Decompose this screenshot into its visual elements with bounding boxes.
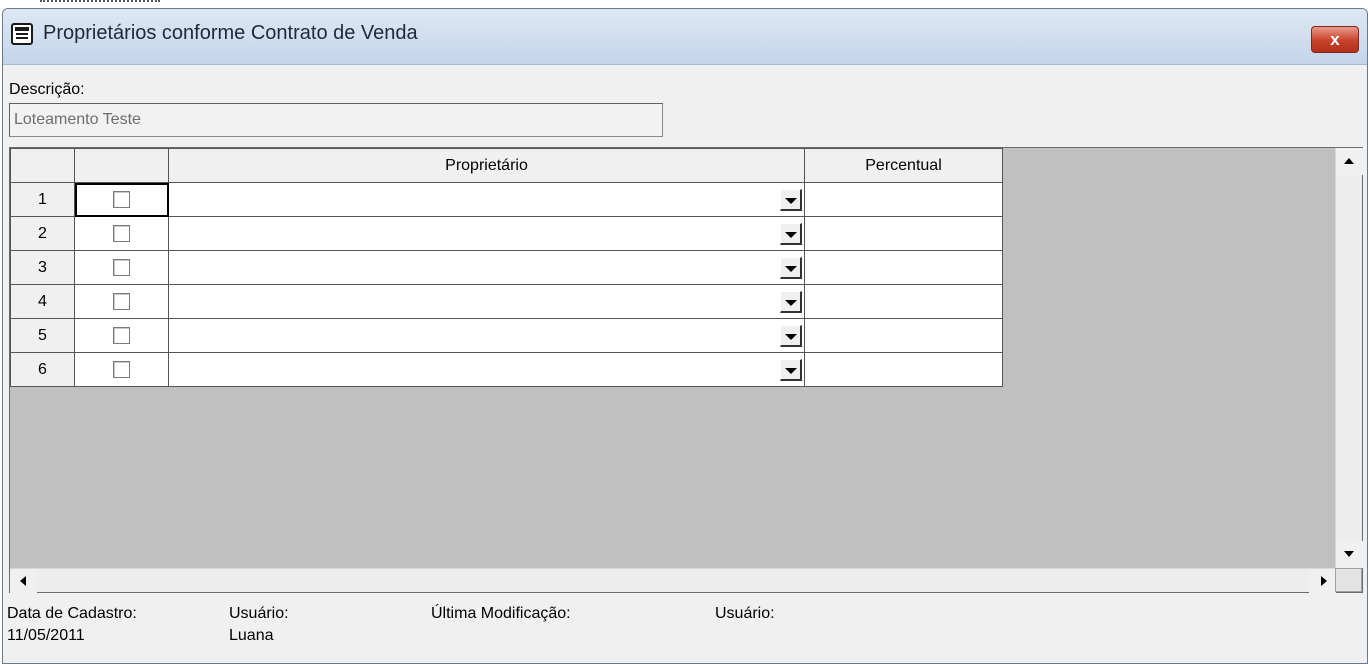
row-select-cell[interactable] bbox=[74, 250, 169, 285]
row-checkbox[interactable] bbox=[113, 326, 130, 344]
proprietario-cell[interactable] bbox=[168, 284, 805, 319]
usuario-cadastro-value: Luana bbox=[229, 627, 274, 644]
scrollbar-corner bbox=[1335, 568, 1362, 592]
scroll-right-icon[interactable] bbox=[1309, 569, 1336, 593]
percentual-cell[interactable] bbox=[804, 318, 1003, 353]
table-row[interactable]: 5 bbox=[10, 318, 1003, 353]
row-select-cell[interactable] bbox=[74, 352, 169, 387]
usuario-cadastro: Usuário: Luana bbox=[229, 603, 289, 647]
dropdown-arrow-icon[interactable] bbox=[780, 257, 802, 279]
usuario-modificacao: Usuário: bbox=[715, 603, 775, 625]
percentual-cell[interactable] bbox=[804, 284, 1003, 319]
scroll-down-icon[interactable] bbox=[1336, 541, 1363, 568]
row-checkbox[interactable] bbox=[113, 360, 130, 378]
proprietario-cell[interactable] bbox=[168, 352, 805, 387]
table-row[interactable]: 4 bbox=[10, 284, 1003, 319]
table-row[interactable]: 6 bbox=[10, 352, 1003, 387]
row-select-cell[interactable] bbox=[74, 318, 169, 353]
header-percentual[interactable]: Percentual bbox=[804, 148, 1003, 183]
row-number: 4 bbox=[10, 284, 75, 319]
window-menu-icon[interactable] bbox=[11, 23, 33, 45]
dropdown-arrow-icon[interactable] bbox=[780, 189, 802, 211]
background-window-edge bbox=[0, 0, 1368, 8]
proprietario-cell[interactable] bbox=[168, 216, 805, 251]
table-row[interactable]: 3 bbox=[10, 250, 1003, 285]
row-number: 6 bbox=[10, 352, 75, 387]
row-select-cell[interactable] bbox=[74, 284, 169, 319]
description-label: Descrição: bbox=[9, 81, 85, 98]
vertical-scrollbar[interactable] bbox=[1335, 148, 1363, 568]
dropdown-arrow-icon[interactable] bbox=[780, 359, 802, 381]
audit-footer: Data de Cadastro: 11/05/2011 Usuário: Lu… bbox=[3, 603, 1367, 663]
row-checkbox[interactable] bbox=[113, 292, 130, 310]
data-cadastro-label: Data de Cadastro: bbox=[7, 605, 137, 622]
proprietario-cell[interactable] bbox=[168, 318, 805, 353]
window-title: Proprietários conforme Contrato de Venda bbox=[43, 22, 418, 44]
dropdown-arrow-icon[interactable] bbox=[780, 223, 802, 245]
row-number: 1 bbox=[10, 182, 75, 217]
horizontal-scrollbar[interactable] bbox=[10, 568, 1336, 593]
header-row: Proprietário Percentual bbox=[10, 148, 1003, 183]
close-button[interactable]: x bbox=[1311, 26, 1359, 53]
percentual-cell[interactable] bbox=[804, 182, 1003, 217]
owners-grid: Proprietário Percentual 123456 bbox=[9, 147, 1363, 593]
usuario-cadastro-label: Usuário: bbox=[229, 605, 289, 622]
row-number: 2 bbox=[10, 216, 75, 251]
grid-viewport: Proprietário Percentual 123456 bbox=[10, 148, 1336, 568]
proprietario-cell[interactable] bbox=[168, 250, 805, 285]
scroll-left-icon[interactable] bbox=[10, 569, 37, 593]
row-select-cell[interactable] bbox=[74, 216, 169, 251]
row-number: 3 bbox=[10, 250, 75, 285]
percentual-cell[interactable] bbox=[804, 216, 1003, 251]
header-select bbox=[74, 148, 169, 183]
row-select-cell[interactable] bbox=[74, 182, 169, 217]
scroll-up-icon[interactable] bbox=[1336, 148, 1363, 175]
row-checkbox[interactable] bbox=[113, 224, 130, 242]
percentual-cell[interactable] bbox=[804, 250, 1003, 285]
owners-table: Proprietário Percentual 123456 bbox=[10, 148, 1003, 387]
data-cadastro-value: 11/05/2011 bbox=[7, 627, 85, 644]
title-bar: Proprietários conforme Contrato de Venda… bbox=[3, 9, 1367, 65]
header-proprietario[interactable]: Proprietário bbox=[168, 148, 805, 183]
dialog-window: Proprietários conforme Contrato de Venda… bbox=[2, 8, 1368, 664]
data-cadastro: Data de Cadastro: 11/05/2011 bbox=[7, 603, 137, 647]
percentual-cell[interactable] bbox=[804, 352, 1003, 387]
dropdown-arrow-icon[interactable] bbox=[780, 325, 802, 347]
row-checkbox[interactable] bbox=[113, 190, 130, 208]
table-row[interactable]: 2 bbox=[10, 216, 1003, 251]
row-checkbox[interactable] bbox=[113, 258, 130, 276]
ultima-modificacao-label: Última Modificação: bbox=[431, 605, 571, 622]
usuario-modificacao-label: Usuário: bbox=[715, 605, 775, 622]
row-number: 5 bbox=[10, 318, 75, 353]
dropdown-arrow-icon[interactable] bbox=[780, 291, 802, 313]
proprietario-cell[interactable] bbox=[168, 182, 805, 217]
description-input[interactable] bbox=[9, 103, 663, 137]
table-row[interactable]: 1 bbox=[10, 182, 1003, 217]
header-row-number bbox=[10, 148, 75, 183]
ultima-modificacao: Última Modificação: bbox=[431, 603, 571, 625]
